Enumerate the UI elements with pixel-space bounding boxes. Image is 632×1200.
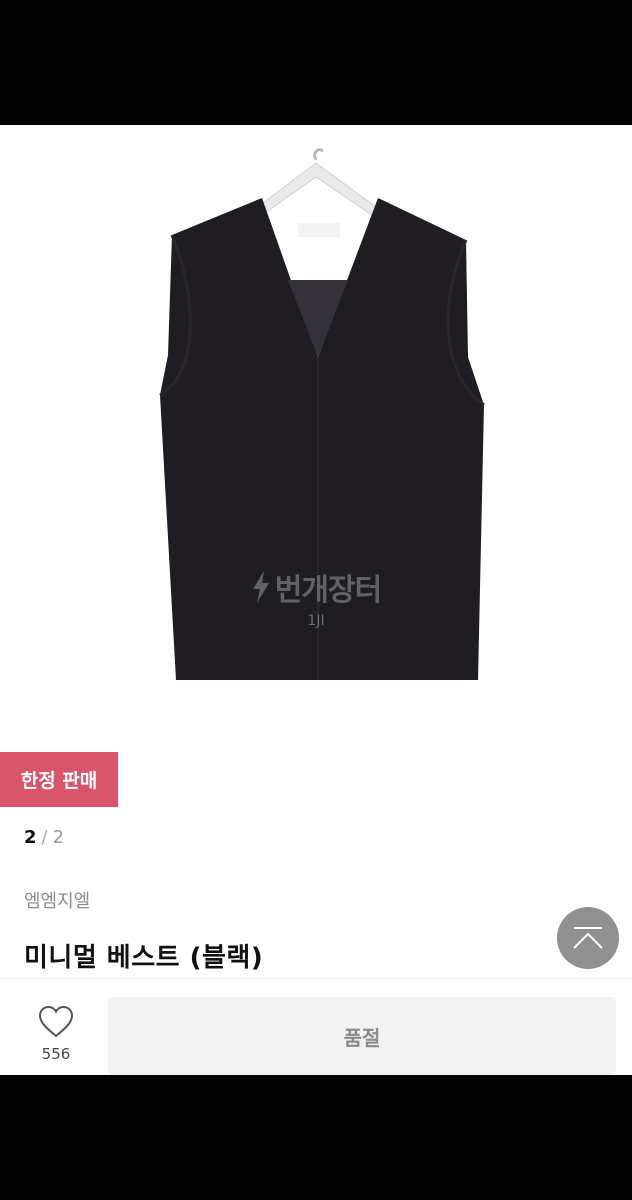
watermark: 번개장터 1JI [0, 565, 632, 629]
product-page: 번개장터 1JI 한정 판매 2/2 엠엠지엘 미니멀 베스트 (블랙) 556… [0, 125, 632, 1075]
product-title: 미니멀 베스트 (블랙) [24, 943, 264, 973]
pager-total: 2 [52, 827, 65, 848]
heart-icon [38, 1005, 74, 1038]
lightning-bolt-icon [252, 571, 269, 603]
top-black-bar [0, 0, 632, 125]
pager-current: 2 [24, 827, 37, 848]
image-pager: 2/2 [24, 827, 64, 848]
watermark-sub: 1JI [307, 613, 325, 629]
brand-name[interactable]: 엠엠지엘 [24, 887, 90, 913]
like-button[interactable]: 556 [20, 1005, 92, 1063]
watermark-text: 번개장터 [274, 573, 382, 608]
divider [0, 978, 632, 979]
product-image[interactable] [0, 125, 632, 745]
sold-out-button[interactable]: 품절 [108, 997, 616, 1075]
bottom-black-bar [0, 1075, 632, 1200]
chevron-up-icon [573, 927, 603, 949]
pager-separator: / [41, 827, 48, 848]
limited-sale-badge: 한정 판매 [0, 752, 118, 807]
like-count: 556 [41, 1045, 71, 1063]
vest-label [298, 223, 340, 237]
scroll-top-button[interactable] [557, 907, 619, 969]
